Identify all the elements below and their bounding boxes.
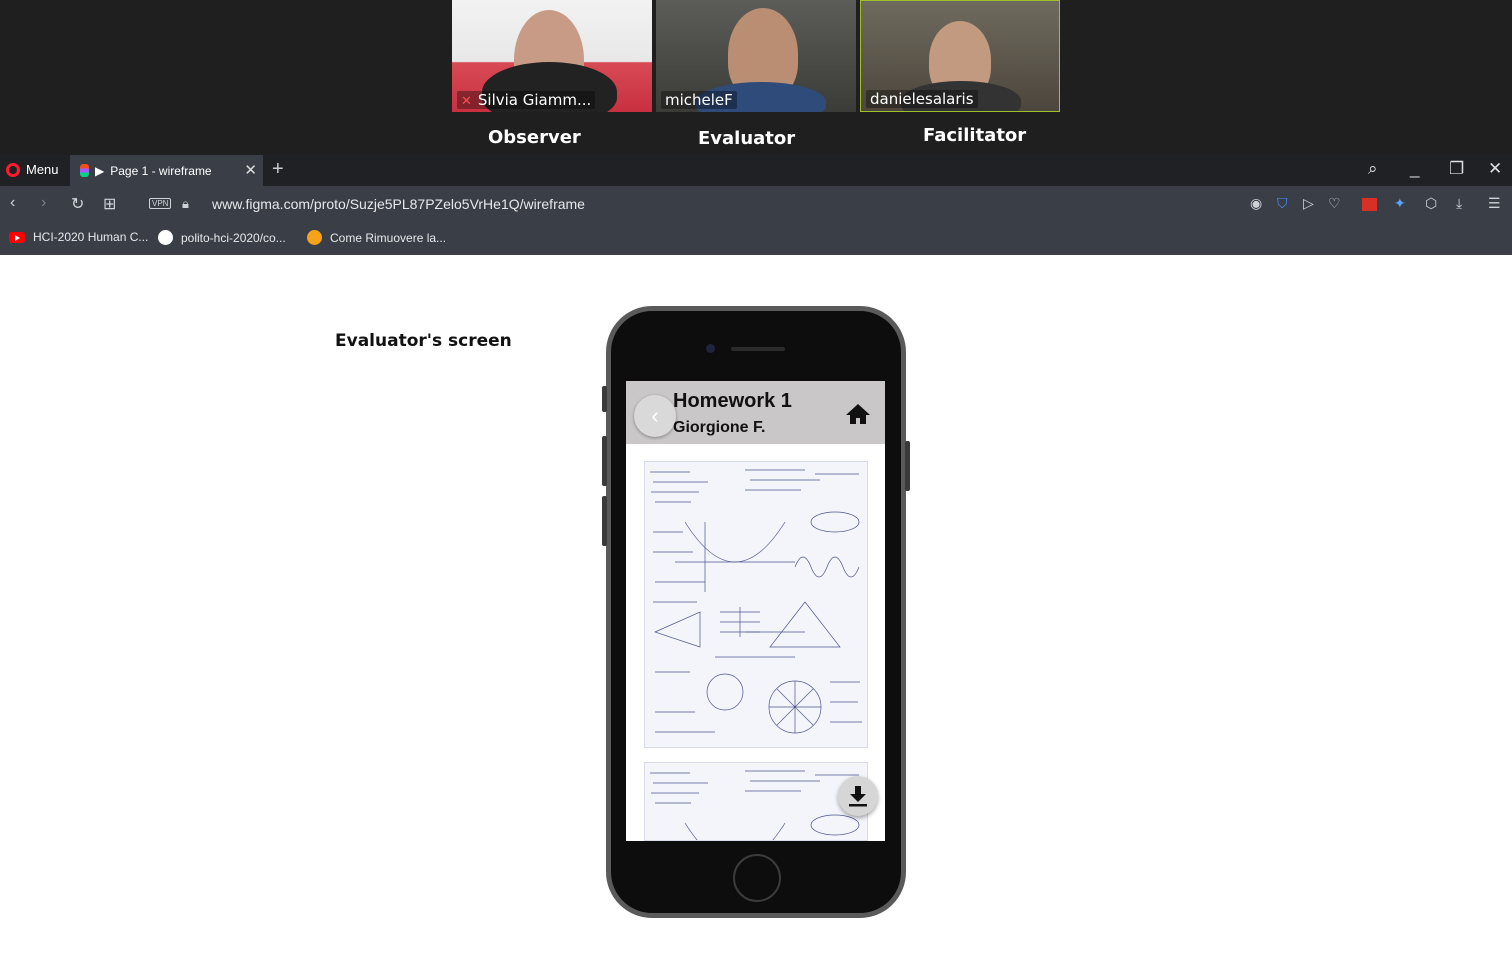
send-icon[interactable]: ▷ [1303, 195, 1314, 212]
search-icon[interactable]: ⌕ [1368, 159, 1378, 179]
extension-red-icon[interactable] [1362, 198, 1377, 211]
app-screen: ‹ Homework 1 Giorgione F. [626, 381, 885, 841]
chevron-left-icon: ‹ [651, 403, 659, 428]
vpn-badge[interactable]: VPN [149, 198, 172, 209]
download-button[interactable] [838, 776, 878, 816]
menu-label: Menu [26, 162, 59, 177]
play-icon: ▶ [95, 163, 105, 178]
student-name: Giorgione F. [673, 419, 766, 436]
role-label-facilitator: Facilitator [923, 125, 1027, 146]
participant-name: micheleF [661, 91, 737, 109]
tab-title: Page 1 - wireframe [110, 163, 212, 178]
homework-page-image[interactable] [644, 461, 868, 748]
bookmark-rimuovere[interactable]: Come Rimuovere la... [307, 230, 446, 245]
figma-prototype-canvas: Evaluator's screen ‹ Homework 1 Giorgion… [0, 255, 1512, 960]
opera-logo-icon [6, 162, 20, 177]
tabs-grid-icon[interactable]: ⊞ [103, 194, 116, 214]
download-icon[interactable]: ⤓ [1456, 195, 1462, 212]
phone-side-button [602, 386, 607, 412]
mic-off-icon: ✕ [461, 94, 472, 109]
bookmarks-bar: HCI-2020 Human C... polito-hci-2020/co..… [0, 223, 1512, 255]
bookmark-label: Come Rimuovere la... [330, 230, 447, 245]
back-button[interactable]: ‹ [634, 395, 676, 437]
camera-icon[interactable]: ◉ [1250, 195, 1262, 212]
homework-page-image[interactable] [644, 762, 868, 841]
new-tab-plus-icon[interactable]: + [272, 158, 284, 181]
homework-title: Homework 1 [673, 390, 792, 412]
phone-home-button[interactable] [733, 854, 781, 902]
close-window-icon[interactable]: ✕ [1488, 159, 1502, 179]
shield-icon[interactable]: ⛉ [1277, 195, 1288, 212]
role-label-observer: Observer [488, 127, 581, 148]
bookmark-label: polito-hci-2020/co... [181, 230, 286, 245]
lock-icon[interactable]: 🔒︎ [182, 196, 189, 212]
cube-icon[interactable]: ⬡ [1425, 195, 1437, 212]
app-header: ‹ Homework 1 Giorgione F. [626, 381, 885, 444]
download-icon [849, 786, 867, 807]
back-arrow-icon[interactable]: ‹ [10, 194, 15, 212]
close-tab-icon[interactable]: ✕ [244, 161, 257, 179]
participant-name: ✕ Silvia Giamm... [457, 91, 596, 109]
browser-tab-bar: Menu ▶ Page 1 - wireframe ✕ + ⌕ _ ❐ ✕ [0, 155, 1512, 186]
browser-address-bar: ‹ › ↻ ⊞ VPN 🔒︎ www.figma.com/proto/Suzje… [0, 186, 1512, 223]
evaluator-screen-label: Evaluator's screen [335, 331, 512, 351]
browser-tab-active[interactable]: ▶ Page 1 - wireframe ✕ [70, 155, 263, 186]
restore-icon[interactable]: ❐ [1449, 159, 1464, 179]
participant-name: danielesalaris [866, 90, 978, 108]
role-label-evaluator: Evaluator [698, 128, 796, 149]
url-input[interactable]: www.figma.com/proto/Suzje5PL87PZelo5VrHe… [212, 196, 585, 212]
heart-icon[interactable]: ♡ [1328, 195, 1341, 212]
phone-speaker [731, 347, 785, 351]
math-doodle-image [650, 469, 862, 734]
minimize-icon[interactable]: _ [1410, 159, 1419, 179]
video-tile-observer[interactable]: ✕ Silvia Giamm... [452, 0, 652, 112]
phone-frame: ‹ Homework 1 Giorgione F. [602, 306, 910, 918]
reload-icon[interactable]: ↻ [71, 194, 84, 214]
phone-side-button [905, 441, 910, 491]
video-tile-facilitator[interactable]: danielesalaris [860, 0, 1060, 112]
forward-arrow-icon[interactable]: › [41, 194, 46, 212]
phone-side-button [602, 436, 607, 486]
bookmark-label: HCI-2020 Human C... [33, 230, 149, 244]
figma-icon [80, 164, 89, 177]
bookmark-github[interactable]: polito-hci-2020/co... [158, 230, 286, 245]
github-icon [158, 230, 173, 245]
home-icon[interactable] [845, 403, 871, 425]
video-tile-evaluator[interactable]: micheleF [656, 0, 856, 112]
math-doodle-image [650, 770, 860, 840]
extension-blue-icon[interactable]: ✦ [1394, 195, 1406, 212]
phone-side-button [602, 496, 607, 546]
bookmark-hci[interactable]: HCI-2020 Human C... [9, 230, 148, 244]
settings-menu-icon[interactable]: ☰ [1488, 195, 1501, 212]
power-icon [307, 230, 322, 245]
opera-menu-button[interactable]: Menu [6, 162, 59, 177]
youtube-icon [9, 231, 25, 243]
video-call-strip: ✕ Silvia Giamm... micheleF danielesalaris… [0, 0, 1512, 155]
phone-camera [706, 344, 715, 353]
